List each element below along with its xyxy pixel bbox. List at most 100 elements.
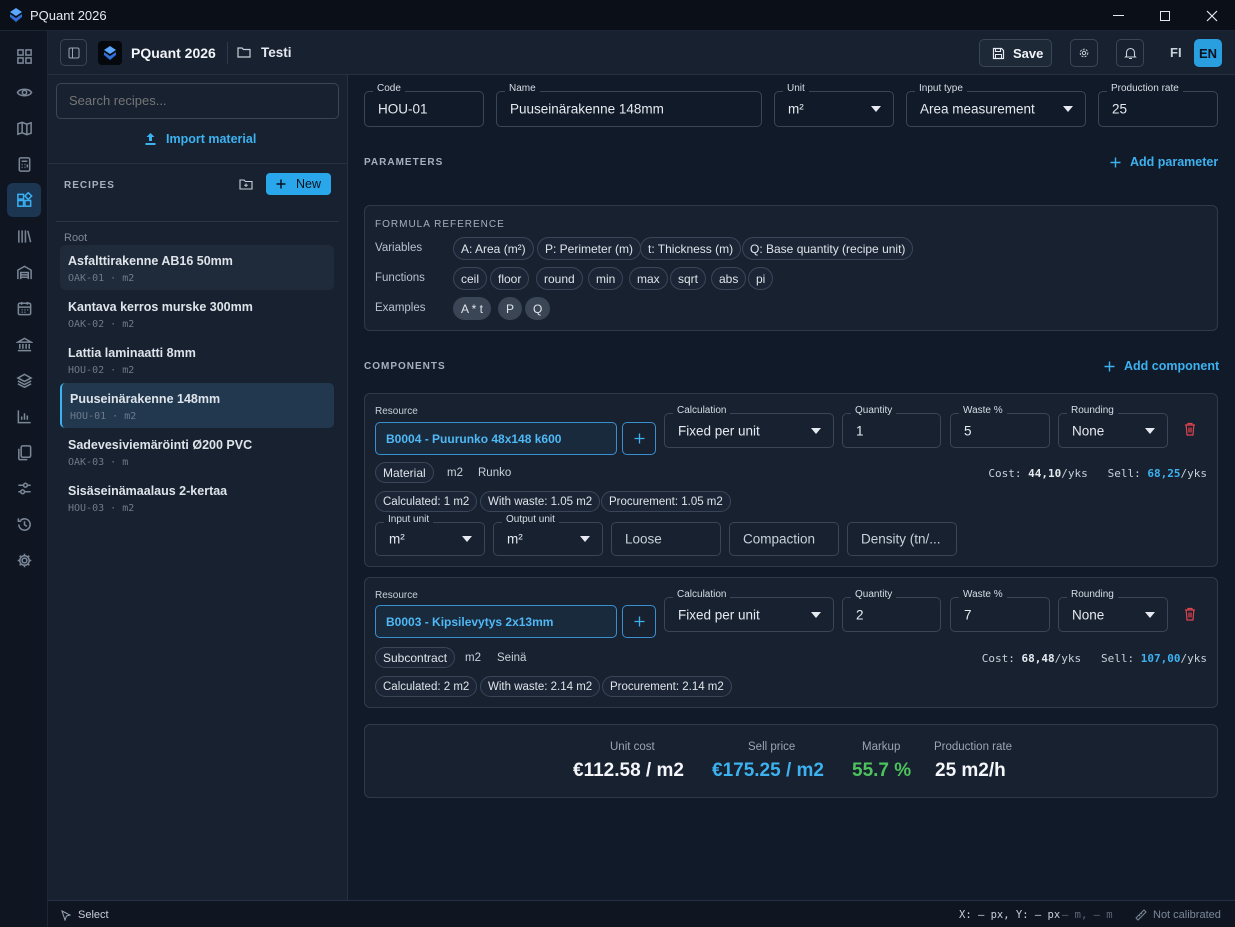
waste-field[interactable]: Waste % 5	[950, 405, 1050, 448]
variable-chip[interactable]: P: Perimeter (m)	[537, 237, 642, 260]
recipe-item[interactable]: Lattia laminaatti 8mm HOU-02 · m2	[60, 337, 334, 382]
search-recipes-field[interactable]	[56, 83, 339, 119]
function-chip[interactable]: abs	[711, 267, 747, 290]
code-field[interactable]: Code HOU-01	[364, 83, 484, 127]
add-resource-button[interactable]	[622, 605, 656, 638]
app-window: PQuant 2026 PQuant 2026 Testi Save FI EN…	[0, 0, 1235, 927]
nav-layers[interactable]	[7, 363, 41, 397]
recipe-sidebar: Import material RECIPES New Root Asfaltt…	[48, 75, 348, 900]
nav-map[interactable]	[7, 111, 41, 145]
nav-finance[interactable]	[7, 327, 41, 361]
close-icon	[1206, 10, 1218, 21]
nav-reports[interactable]	[7, 399, 41, 433]
add-component-button[interactable]: Add component	[1104, 359, 1219, 373]
app-name: PQuant 2026	[131, 45, 216, 61]
input-unit-value: m²	[389, 531, 405, 547]
nav-warehouse[interactable]	[7, 255, 41, 289]
save-button[interactable]: Save	[979, 39, 1052, 67]
loose-placeholder: Loose	[625, 531, 662, 547]
unit-select[interactable]: Unit m²	[774, 83, 894, 127]
function-chip[interactable]: round	[536, 267, 583, 290]
quantity-field[interactable]: Quantity 1	[842, 405, 941, 448]
calculation-value: Fixed per unit	[678, 607, 760, 622]
example-chip[interactable]: Q	[525, 297, 551, 320]
function-chip[interactable]: sqrt	[670, 267, 707, 290]
variable-chip[interactable]: A: Area (m²)	[453, 237, 534, 260]
calculation-select[interactable]: Calculation Fixed per unit	[664, 589, 834, 632]
plus-icon	[634, 616, 645, 627]
nav-documents[interactable]	[7, 435, 41, 469]
calculated-chip: Calculated: 1 m2	[375, 491, 478, 512]
density-field[interactable]: Density (tn/...	[847, 522, 957, 556]
function-chip[interactable]: ceil	[453, 267, 488, 290]
compaction-field[interactable]: Compaction	[729, 522, 839, 556]
nav-settings[interactable]	[7, 543, 41, 577]
input-type-select[interactable]: Input type Area measurement	[906, 83, 1086, 127]
component-unit: m2	[447, 467, 463, 479]
recipe-item-selected[interactable]: Puuseinärakenne 148mm HOU-01 · m2	[60, 383, 334, 428]
variable-chip[interactable]: Q: Base quantity (recipe unit)	[742, 237, 914, 260]
quantity-value: 2	[856, 607, 864, 622]
function-chip[interactable]: min	[588, 267, 624, 290]
lang-en-button[interactable]: EN	[1194, 39, 1222, 67]
trash-icon[interactable]	[1184, 422, 1196, 436]
recipe-item[interactable]: Asfalttirakenne AB16 50mm OAK-01 · m2	[60, 245, 334, 290]
new-folder-icon[interactable]	[239, 178, 253, 190]
search-input[interactable]	[69, 93, 324, 108]
function-chip[interactable]: pi	[748, 267, 774, 290]
minimize-button[interactable]	[1095, 0, 1141, 31]
nav-recipes[interactable]	[7, 183, 41, 217]
output-unit-select[interactable]: Output unit m²	[493, 514, 603, 556]
nav-view[interactable]	[7, 75, 41, 109]
cursor-coords-m: — m, — m	[1062, 909, 1113, 921]
import-material-button[interactable]: Import material	[144, 129, 256, 149]
close-window-button[interactable]	[1189, 0, 1235, 31]
function-chip[interactable]: floor	[490, 267, 530, 290]
calculator-icon	[18, 156, 30, 172]
name-field[interactable]: Name Puuseinärakenne 148mm	[496, 83, 762, 127]
unit-value: m²	[788, 101, 804, 117]
maximize-button[interactable]	[1142, 0, 1188, 31]
map-icon	[16, 121, 32, 135]
recipe-item[interactable]: Sisäseinämaalaus 2-kertaa HOU-03 · m2	[60, 475, 334, 520]
resource-field[interactable]: B0004 - Puurunko 48x148 k600	[375, 422, 617, 455]
add-resource-button[interactable]	[622, 422, 656, 455]
toggle-sidebar-button[interactable]	[60, 39, 87, 66]
nav-history[interactable]	[7, 507, 41, 541]
nav-adjustments[interactable]	[7, 471, 41, 505]
sliders-icon	[17, 482, 31, 494]
nav-calculator[interactable]	[7, 147, 41, 181]
production-rate-field[interactable]: Production rate 25	[1098, 83, 1218, 127]
folder-icon	[237, 47, 251, 58]
maximize-icon	[1160, 10, 1170, 21]
calculation-select[interactable]: Calculation Fixed per unit	[664, 405, 834, 448]
trash-icon[interactable]	[1184, 607, 1196, 621]
nav-library[interactable]	[7, 219, 41, 253]
example-chip[interactable]: A * t	[453, 297, 492, 320]
notifications-button[interactable]	[1116, 39, 1144, 67]
recipe-item[interactable]: Kantava kerros murske 300mm OAK-02 · m2	[60, 291, 334, 336]
resource-field[interactable]: B0003 - Kipsilevytys 2x13mm	[375, 605, 617, 638]
name-value: Puuseinärakenne 148mm	[510, 101, 664, 117]
nav-calendar[interactable]	[7, 291, 41, 325]
function-chip[interactable]: max	[629, 267, 668, 290]
gear-icon	[1079, 48, 1089, 58]
quantity-field[interactable]: Quantity 2	[842, 589, 941, 632]
waste-field[interactable]: Waste % 7	[950, 589, 1050, 632]
component-card: Resource B0004 - Puurunko 48x148 k600 Ca…	[364, 393, 1218, 567]
rounding-select[interactable]: Rounding None	[1058, 405, 1168, 448]
example-chip[interactable]: P	[498, 297, 523, 320]
loose-field[interactable]: Loose	[611, 522, 721, 556]
rounding-select[interactable]: Rounding None	[1058, 589, 1168, 632]
variable-chip[interactable]: t: Thickness (m)	[640, 237, 742, 260]
add-parameter-label: Add parameter	[1130, 155, 1219, 169]
lang-fi-button[interactable]: FI	[1170, 45, 1182, 60]
divider	[48, 163, 348, 164]
new-recipe-button[interactable]: New	[266, 173, 331, 195]
nav-dashboard[interactable]	[7, 39, 41, 73]
add-parameter-button[interactable]: Add parameter	[1110, 155, 1218, 169]
input-unit-select[interactable]: Input unit m²	[375, 514, 485, 556]
settings-button[interactable]	[1070, 39, 1098, 67]
project-name[interactable]: Testi	[261, 45, 292, 60]
recipe-item[interactable]: Sadevesiviemäröinti Ø200 PVC OAK-03 · m	[60, 429, 334, 474]
